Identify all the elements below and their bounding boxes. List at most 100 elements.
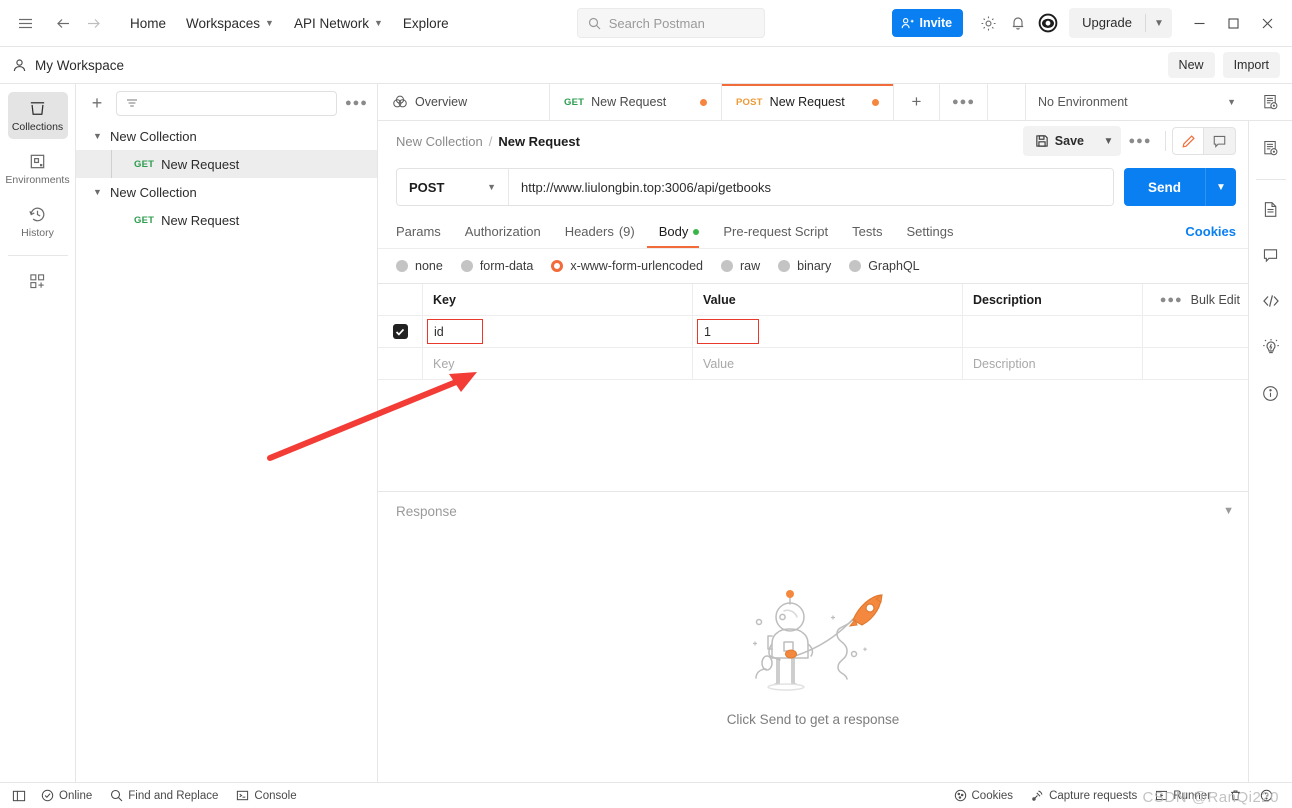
tab-headers[interactable]: Headers (9): [553, 224, 647, 248]
request-more-dots-icon[interactable]: ●●●: [1121, 135, 1159, 147]
body-type-binary[interactable]: binary: [778, 259, 831, 273]
row-key-cell[interactable]: id: [423, 316, 693, 347]
chevron-down-icon[interactable]: ▼: [93, 187, 102, 197]
nav-home[interactable]: Home: [120, 8, 176, 38]
chevron-down-icon[interactable]: ▼: [93, 131, 102, 141]
row-value-cell[interactable]: 1: [693, 316, 963, 347]
import-button[interactable]: Import: [1222, 52, 1280, 78]
tab-settings[interactable]: Settings: [894, 224, 965, 248]
back-arrow-icon[interactable]: [48, 8, 78, 38]
capture-requests-button[interactable]: Capture requests: [1022, 786, 1146, 806]
info-icon[interactable]: [1254, 376, 1288, 410]
grid-plus-icon[interactable]: [8, 266, 68, 296]
workspace-name[interactable]: My Workspace: [35, 58, 124, 73]
hamburger-icon[interactable]: [10, 8, 40, 38]
documentation-icon[interactable]: [1254, 192, 1288, 226]
request-row[interactable]: GET New Request: [76, 150, 377, 178]
sidebar-item-history[interactable]: History: [8, 198, 68, 245]
maximize-icon[interactable]: [1216, 8, 1250, 38]
breadcrumb-collection[interactable]: New Collection: [396, 134, 483, 149]
comments-icon[interactable]: [1254, 238, 1288, 272]
response-chevron-down-icon[interactable]: ▼: [1223, 505, 1234, 517]
upgrade-button[interactable]: Upgrade: [1069, 8, 1145, 38]
sidebar-item-environments[interactable]: Environments: [5, 145, 70, 192]
cookies-link[interactable]: Cookies: [1185, 224, 1236, 248]
help-icon[interactable]: [1251, 786, 1282, 806]
body-type-graphql[interactable]: GraphQL: [849, 259, 920, 273]
cookies-button[interactable]: Cookies: [945, 786, 1023, 806]
close-icon[interactable]: [1250, 8, 1284, 38]
upgrade-chevron-down-icon[interactable]: ▼: [1146, 18, 1172, 29]
comment-icon[interactable]: [1204, 127, 1236, 155]
new-tab-plus-icon[interactable]: +: [894, 84, 940, 120]
sidebar-item-history-label: History: [21, 227, 54, 239]
table-placeholder-row[interactable]: Key Value Description: [378, 348, 1248, 380]
runner-button[interactable]: Runner: [1146, 786, 1220, 806]
tab-overview[interactable]: Overview: [378, 84, 550, 120]
collections-icon: [28, 99, 47, 118]
sidebar-item-environments-label: Environments: [5, 174, 70, 186]
trash-icon[interactable]: [1220, 786, 1251, 806]
forward-arrow-icon[interactable]: [78, 8, 108, 38]
row-value-input[interactable]: 1: [697, 319, 759, 344]
nav-explore[interactable]: Explore: [393, 8, 459, 38]
table-more-dots-icon[interactable]: ●●●: [1160, 294, 1183, 306]
new-item-plus-icon[interactable]: +: [86, 93, 108, 114]
eye-avatar-icon[interactable]: [1033, 8, 1063, 38]
tab-more-dots-icon[interactable]: ●●●: [940, 84, 988, 120]
placeholder-description-input[interactable]: Description: [963, 348, 1143, 379]
console-button[interactable]: Console: [227, 786, 305, 806]
body-type-x-www-form-urlencoded[interactable]: x-www-form-urlencoded: [551, 259, 703, 273]
sidebar-toggle-icon[interactable]: [10, 786, 32, 806]
request-row[interactable]: GET New Request: [76, 206, 377, 234]
tab-post-new-request[interactable]: POST New Request: [722, 84, 894, 120]
tab-body[interactable]: Body: [646, 224, 712, 248]
gear-icon[interactable]: [973, 8, 1003, 38]
row-description-cell[interactable]: [963, 316, 1143, 347]
method-selector[interactable]: POST ▼: [397, 169, 509, 205]
search-input[interactable]: Search Postman: [576, 8, 765, 38]
filter-input[interactable]: [116, 90, 337, 116]
save-button[interactable]: Save: [1023, 126, 1096, 156]
left-rail: Collections Environments History: [0, 84, 76, 782]
placeholder-key-input[interactable]: Key: [423, 348, 693, 379]
row-key-input[interactable]: id: [427, 319, 483, 344]
body-type-raw[interactable]: raw: [721, 259, 760, 273]
collection-row[interactable]: ▼ New Collection: [76, 122, 377, 150]
sidebar-more-dots-icon[interactable]: ●●●: [345, 97, 367, 109]
url-input[interactable]: http://www.liulongbin.top:3006/api/getbo…: [509, 169, 1113, 205]
sidebar-item-collections[interactable]: Collections: [7, 92, 68, 139]
nav-api-network[interactable]: API Network ▼: [284, 8, 393, 38]
unsaved-dot-icon: [872, 98, 879, 106]
collection-row[interactable]: ▼ New Collection: [76, 178, 377, 206]
table-row[interactable]: id 1: [378, 316, 1248, 348]
send-chevron-down-icon[interactable]: ▼: [1205, 168, 1236, 206]
status-online[interactable]: Online: [32, 786, 101, 806]
tab-tests[interactable]: Tests: [840, 224, 894, 248]
minimize-icon[interactable]: [1182, 8, 1216, 38]
bell-icon[interactable]: [1003, 8, 1033, 38]
right-rail: [1248, 121, 1292, 782]
code-icon[interactable]: [1254, 284, 1288, 318]
find-and-replace-button[interactable]: Find and Replace: [101, 786, 227, 806]
bulk-edit-link[interactable]: Bulk Edit: [1191, 293, 1240, 307]
breadcrumb-request-name[interactable]: New Request: [498, 134, 580, 149]
tab-params[interactable]: Params: [396, 224, 453, 248]
body-type-form-data[interactable]: form-data: [460, 259, 533, 273]
save-chevron-down-icon[interactable]: ▼: [1096, 136, 1121, 147]
new-button[interactable]: New: [1167, 52, 1215, 78]
environment-selector[interactable]: No Environment ▼: [1026, 84, 1248, 120]
env-quick-look-icon[interactable]: [1248, 84, 1292, 120]
pencil-icon[interactable]: [1172, 127, 1204, 155]
tab-authorization[interactable]: Authorization: [453, 224, 553, 248]
tab-get-new-request[interactable]: GET New Request: [550, 84, 722, 120]
lightbulb-icon[interactable]: [1254, 330, 1288, 364]
env-quick-look-icon[interactable]: [1254, 131, 1288, 165]
send-button[interactable]: Send: [1123, 168, 1205, 206]
placeholder-value-input[interactable]: Value: [693, 348, 963, 379]
body-type-none[interactable]: none: [396, 259, 443, 273]
row-checkbox[interactable]: [392, 324, 408, 339]
nav-workspaces[interactable]: Workspaces ▼: [176, 8, 284, 38]
tab-pre-request-script[interactable]: Pre-request Script: [711, 224, 840, 248]
invite-button[interactable]: Invite: [892, 9, 964, 37]
